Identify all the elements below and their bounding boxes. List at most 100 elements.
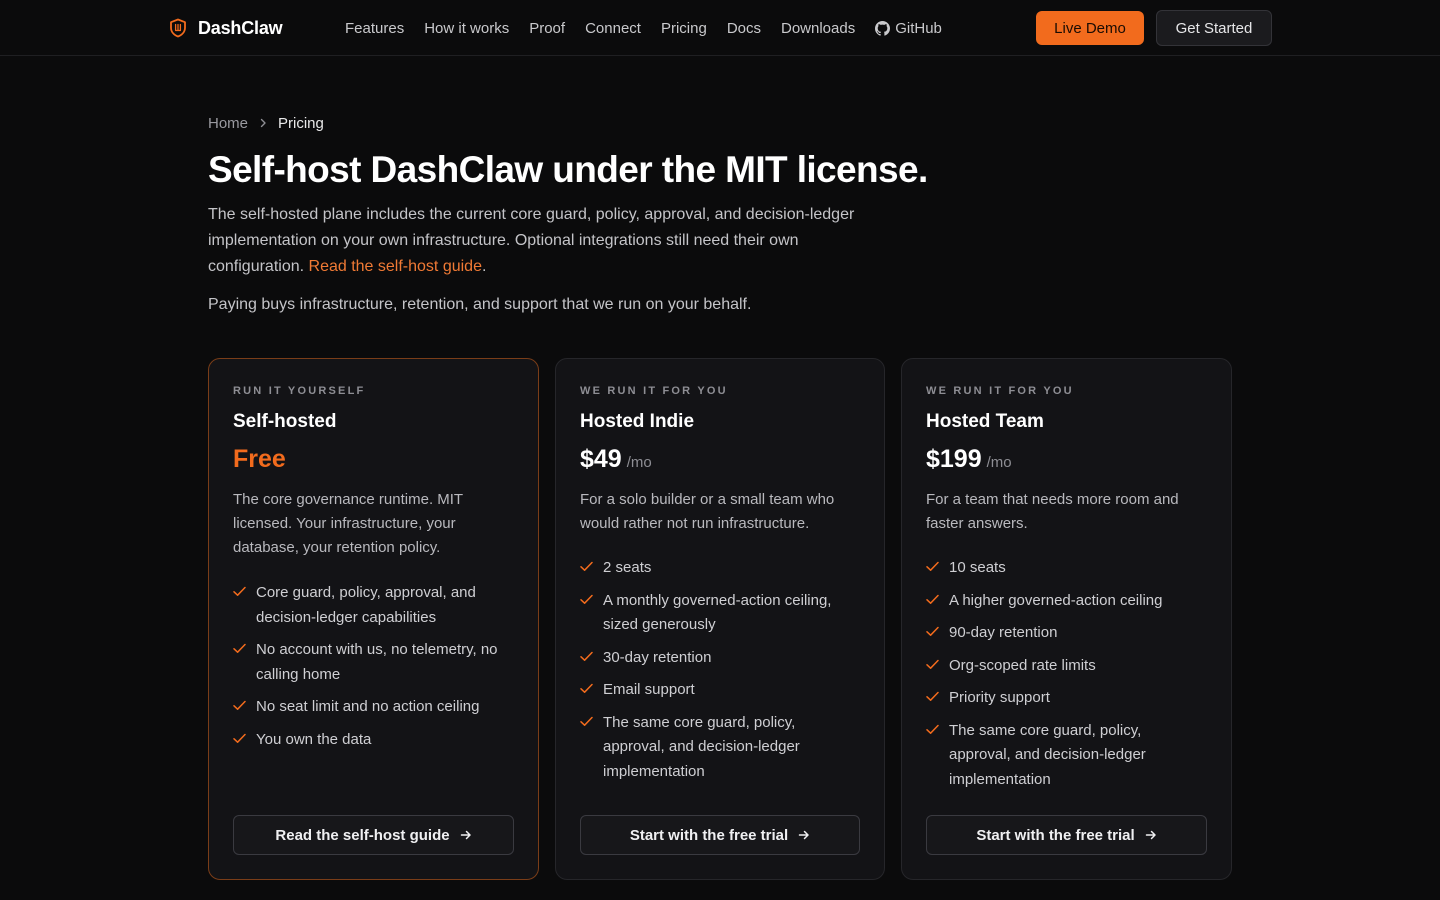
chevron-right-icon — [248, 118, 278, 128]
check-icon — [233, 581, 256, 597]
feature-item: No seat limit and no action ceiling — [233, 695, 514, 720]
price-amount: Free — [233, 445, 286, 473]
check-icon — [233, 638, 256, 654]
plan-card-self-hosted: RUN IT YOURSELF Self-hosted Free The cor… — [208, 358, 539, 880]
check-icon — [926, 589, 949, 605]
feature-text: A monthly governed-action ceiling, sized… — [603, 591, 832, 634]
check-icon — [926, 654, 949, 670]
feature-item: The same core guard, policy, approval, a… — [926, 719, 1207, 793]
feature-list: 10 seats A higher governed-action ceilin… — [926, 556, 1207, 800]
nav-links: Features How it works Proof Connect Pric… — [345, 17, 962, 39]
check-icon — [580, 646, 603, 662]
feature-item: 30-day retention — [580, 646, 860, 671]
feature-text: 10 seats — [949, 559, 1006, 576]
price-period: /mo — [626, 454, 652, 471]
plan-price: $49 /mo — [580, 445, 652, 474]
page-title: Self-host DashClaw under the MIT license… — [208, 149, 928, 190]
nav-link-pricing[interactable]: Pricing — [661, 20, 707, 37]
feature-text: 30-day retention — [603, 648, 712, 666]
feature-text: The same core guard, policy, approval, a… — [949, 721, 1146, 788]
check-icon — [580, 678, 603, 694]
plan-eyebrow: WE RUN IT FOR YOU — [580, 385, 728, 397]
feature-text: You own the data — [256, 730, 372, 748]
cta-label: Start with the free trial — [976, 826, 1135, 844]
nav-link-docs[interactable]: Docs — [727, 20, 761, 37]
feature-item: Org-scoped rate limits — [926, 654, 1207, 679]
arrow-right-icon — [798, 830, 809, 840]
check-icon — [233, 695, 256, 711]
feature-item: You own the data — [233, 728, 514, 753]
nav-link-downloads[interactable]: Downloads — [781, 20, 855, 37]
plan-name: Self-hosted — [233, 411, 337, 432]
feature-text: No account with us, no telemetry, no cal… — [256, 641, 498, 683]
nav-link-how-it-works[interactable]: How it works — [424, 20, 509, 37]
feature-text: Org-scoped rate limits — [949, 656, 1096, 674]
live-demo-button[interactable]: Live Demo — [1036, 11, 1144, 45]
shield-logo-icon — [170, 18, 186, 38]
feature-text: Core guard, policy, approval, and decisi… — [256, 584, 476, 626]
get-started-button[interactable]: Get Started — [1156, 10, 1272, 46]
nav-link-github[interactable]: GitHub — [875, 20, 942, 37]
feature-item: A higher governed-action ceiling — [926, 589, 1207, 614]
breadcrumb-home-link[interactable]: Home — [208, 115, 248, 132]
breadcrumb-current: Pricing — [278, 114, 324, 132]
feature-item: Email support — [580, 678, 860, 703]
feature-list: 2 seats A monthly governed-action ceilin… — [580, 556, 860, 792]
plan-price: $199 /mo — [926, 445, 1012, 474]
intro-text: The self-hosted plane includes the curre… — [208, 206, 855, 275]
cta-label: Read the self-host guide — [275, 826, 450, 844]
check-icon — [926, 719, 949, 735]
start-free-trial-button[interactable]: Start with the free trial — [926, 815, 1207, 855]
check-icon — [926, 556, 949, 572]
brand-logo-link[interactable]: DashClaw — [168, 14, 283, 42]
nav-link-features[interactable]: Features — [345, 20, 404, 37]
plan-name: Hosted Indie — [580, 411, 695, 432]
github-icon — [875, 20, 891, 36]
intro-paragraph: The self-hosted plane includes the curre… — [208, 202, 878, 280]
feature-text: 90-day retention — [949, 624, 1058, 641]
plan-eyebrow: RUN IT YOURSELF — [233, 385, 366, 397]
plan-card-hosted-indie: WE RUN IT FOR YOU Hosted Indie $49 /mo F… — [555, 358, 885, 880]
breadcrumb: Home Pricing — [208, 112, 324, 134]
check-icon — [233, 728, 256, 744]
check-icon — [580, 589, 603, 605]
price-period: /mo — [986, 454, 1012, 471]
feature-text: The same core guard, policy, approval, a… — [603, 713, 800, 780]
plan-name: Hosted Team — [926, 411, 1044, 432]
plan-description: For a team that needs more room and fast… — [926, 491, 1179, 532]
price-amount: $199 — [926, 445, 982, 473]
plan-description: The core governance runtime. MIT license… — [233, 491, 463, 556]
top-nav: DashClaw Features How it works Proof Con… — [0, 0, 1440, 56]
nav-link-github-label: GitHub — [895, 19, 942, 37]
feature-item: No account with us, no telemetry, no cal… — [233, 638, 514, 687]
feature-text: Priority support — [949, 689, 1050, 706]
sub-intro-paragraph: Paying buys infrastructure, retention, a… — [208, 296, 752, 313]
nav-link-connect[interactable]: Connect — [585, 20, 641, 37]
feature-item: Core guard, policy, approval, and decisi… — [233, 581, 514, 630]
intro-end: . — [481, 258, 487, 275]
arrow-right-icon — [460, 830, 471, 840]
feature-text: No seat limit and no action ceiling — [256, 698, 480, 715]
arrow-right-icon — [1145, 830, 1156, 840]
feature-item: A monthly governed-action ceiling, sized… — [580, 589, 860, 638]
plan-eyebrow: WE RUN IT FOR YOU — [926, 385, 1074, 397]
feature-text: Email support — [603, 681, 695, 698]
check-icon — [926, 686, 949, 702]
feature-list: Core guard, policy, approval, and decisi… — [233, 581, 514, 760]
feature-item: Priority support — [926, 686, 1207, 711]
nav-link-proof[interactable]: Proof — [529, 20, 565, 37]
feature-item: The same core guard, policy, approval, a… — [580, 711, 860, 785]
feature-item: 90-day retention — [926, 621, 1207, 646]
plan-card-hosted-team: WE RUN IT FOR YOU Hosted Team $199 /mo F… — [901, 358, 1232, 880]
feature-text: 2 seats — [603, 559, 652, 576]
price-amount: $49 — [580, 445, 622, 473]
read-self-host-guide-button[interactable]: Read the self-host guide — [233, 815, 514, 855]
start-free-trial-button[interactable]: Start with the free trial — [580, 815, 860, 855]
check-icon — [580, 711, 603, 727]
check-icon — [580, 556, 603, 572]
plan-description: For a solo builder or a small team who w… — [580, 491, 835, 532]
self-host-guide-link[interactable]: Read the self-host guide — [309, 258, 482, 275]
cta-label: Start with the free trial — [629, 826, 789, 844]
check-icon — [926, 621, 949, 637]
feature-text: A higher governed-action ceiling — [949, 591, 1163, 609]
